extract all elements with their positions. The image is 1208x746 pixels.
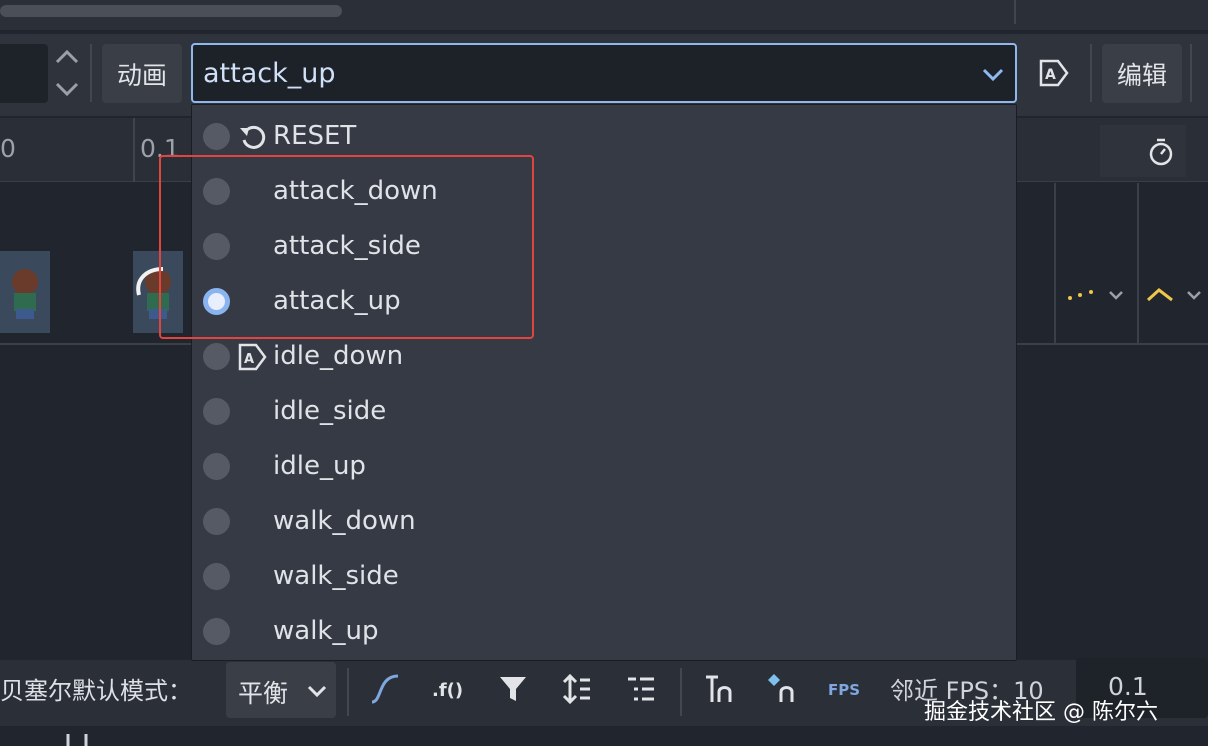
highlight-annotation-box — [159, 155, 534, 339]
option-label: idle_up — [273, 451, 366, 481]
svg-text:.f(): .f() — [432, 680, 463, 701]
dropdown-option-walk-down[interactable]: walk_down — [192, 494, 1016, 549]
bezier-mode-select[interactable]: 平衡 — [226, 662, 336, 718]
bezier-mode-value: 平衡 — [238, 679, 289, 708]
autoplay-icon[interactable]: A — [1038, 58, 1070, 88]
reset-icon — [240, 125, 266, 149]
radio-icon — [203, 508, 230, 535]
stopwatch-icon — [1149, 138, 1173, 166]
animation-button[interactable]: 动画 — [102, 44, 182, 103]
toolbar-separator — [1190, 44, 1192, 102]
dropdown-option-idle-side[interactable]: idle_side — [192, 384, 1016, 439]
timer-button[interactable] — [1100, 125, 1186, 177]
track-divider — [1137, 183, 1139, 345]
chevron-down-icon — [307, 685, 327, 698]
option-label: RESET — [273, 121, 357, 151]
radio-icon — [203, 398, 230, 425]
toolbar-separator — [347, 668, 349, 716]
toolbar-separator — [680, 668, 682, 716]
frame-thumbnail[interactable] — [0, 251, 50, 333]
option-label: idle_down — [273, 341, 404, 371]
interpolation-dropdown[interactable] — [1066, 284, 1128, 308]
chevron-down-icon — [982, 68, 1004, 82]
filter-icon[interactable] — [496, 672, 530, 706]
fps-icon-text: FPS — [828, 681, 860, 699]
animation-select-value: attack_up — [203, 58, 336, 89]
watermark: 掘金技术社区 @ 陈尔六 — [924, 700, 1158, 725]
easing-dropdown[interactable] — [1146, 284, 1208, 308]
time-spinbox[interactable] — [0, 44, 48, 103]
edit-button[interactable]: 编辑 — [1102, 44, 1182, 103]
snap-timeline-icon[interactable] — [764, 672, 798, 706]
bottom-panel-edge — [0, 726, 1208, 746]
autoplay-icon: A — [238, 343, 267, 371]
fps-icon[interactable]: FPS — [826, 672, 866, 706]
track-divider — [1054, 183, 1056, 345]
snap-keys-icon[interactable] — [702, 672, 736, 706]
radio-icon — [203, 618, 230, 645]
bezier-curve-icon[interactable] — [368, 672, 402, 706]
ruler-tick — [133, 118, 135, 182]
bezier-mode-label: 贝塞尔默认模式： — [0, 677, 192, 705]
radio-icon — [203, 453, 230, 480]
toolbar-separator — [90, 44, 92, 102]
dropdown-option-walk-side[interactable]: walk_side — [192, 549, 1016, 604]
animation-select[interactable]: attack_up — [191, 43, 1017, 103]
dropdown-option-walk-up[interactable]: walk_up — [192, 604, 1016, 659]
ruler-tick-label: 0 — [0, 134, 16, 163]
option-label: walk_side — [273, 561, 399, 591]
animation-button-label: 动画 — [116, 60, 167, 90]
edit-button-label: 编辑 — [1116, 60, 1167, 90]
horizontal-scrollbar[interactable] — [0, 5, 342, 17]
radio-icon — [203, 123, 230, 150]
svg-text:A: A — [244, 352, 254, 367]
option-label: walk_down — [273, 506, 416, 536]
spin-arrows-icon[interactable] — [52, 46, 82, 102]
svg-text:A: A — [1045, 67, 1056, 83]
fit-height-icon[interactable] — [560, 672, 594, 706]
bottom-marks — [66, 734, 88, 746]
radio-icon — [203, 343, 230, 370]
panel-divider — [1014, 0, 1016, 24]
toolbar-separator — [1090, 44, 1092, 102]
dropdown-option-idle-up[interactable]: idle_up — [192, 439, 1016, 494]
list-icon[interactable] — [624, 672, 658, 706]
function-icon[interactable]: .f() — [432, 672, 466, 706]
option-label: walk_up — [273, 616, 379, 646]
option-label: idle_side — [273, 396, 387, 426]
radio-icon — [203, 563, 230, 590]
